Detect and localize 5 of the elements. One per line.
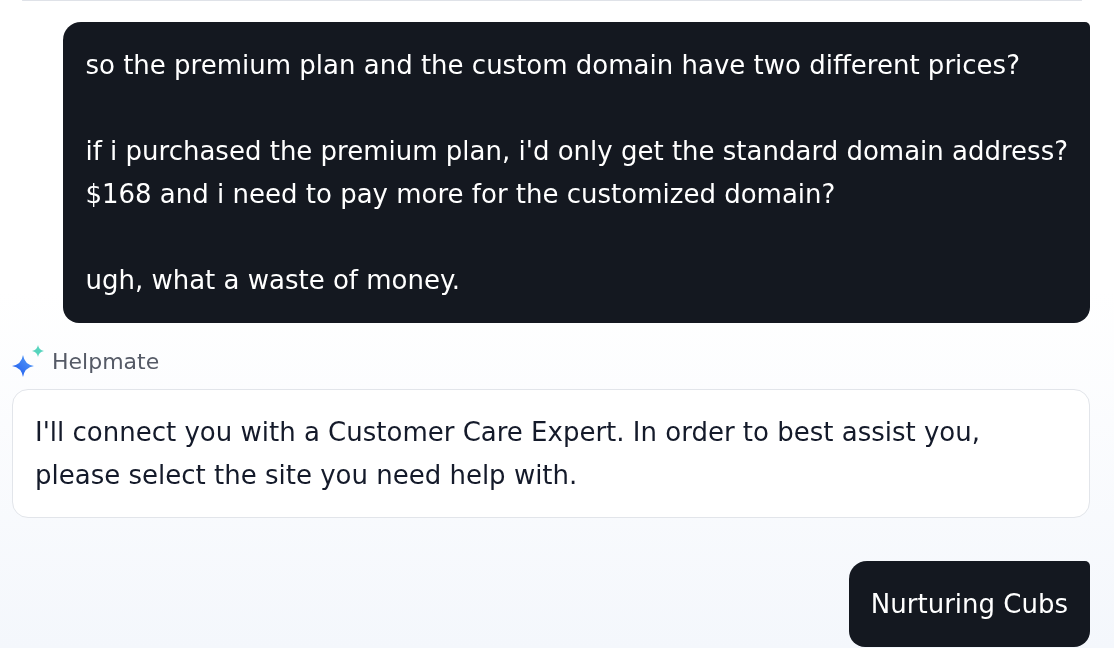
sender-name: Helpmate (52, 348, 160, 374)
assistant-message: I'll connect you with a Customer Care Expert. In order to best assist you, please select the site you need help with. (12, 389, 1090, 518)
user-message: Nurturing Cubs (848, 561, 1090, 647)
sparkle-icon (12, 345, 44, 377)
user-message: so the premium plan and the custom domain have two different prices? if i purchased the premium plan, i'd only get the standard domain address? $168 and i need to pay more for the customized domain? ugh, what a waste of money. (63, 22, 1090, 323)
